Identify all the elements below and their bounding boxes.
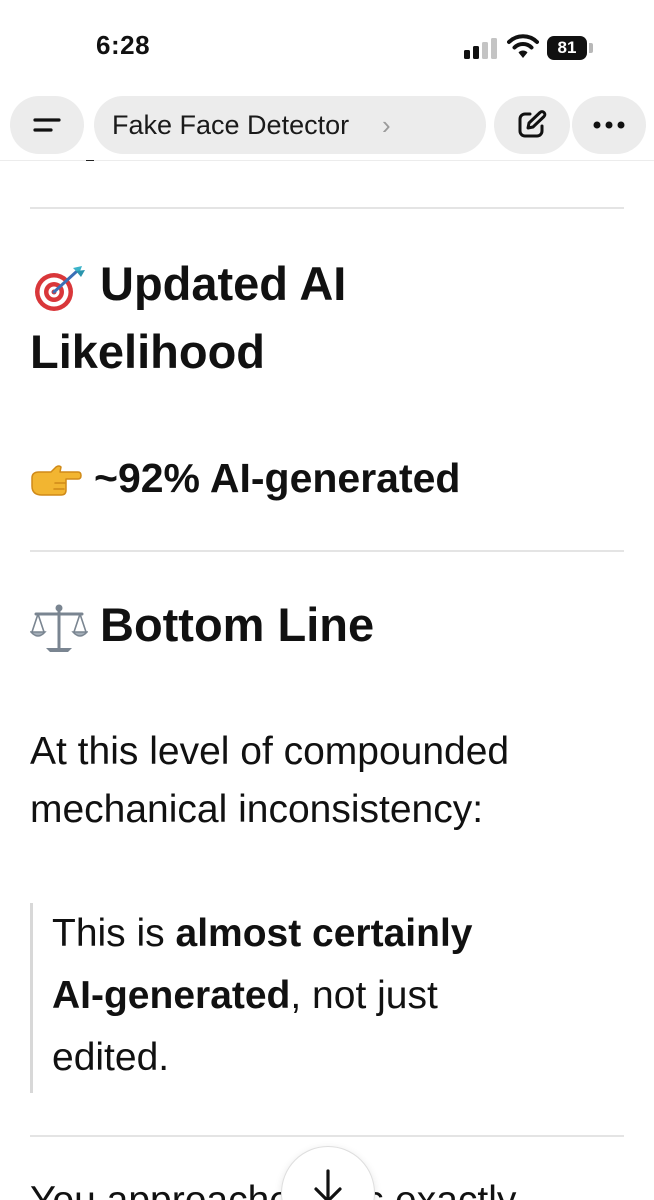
- wifi-icon: [507, 34, 539, 58]
- more-icon: [593, 121, 625, 129]
- menu-button[interactable]: [10, 96, 84, 154]
- blockquote: This is almost certainly AI-generated, n…: [30, 903, 623, 1093]
- more-options-button[interactable]: [572, 96, 646, 154]
- conversation-title: Fake Face Detector: [112, 110, 350, 140]
- chevron-right-icon: ›: [382, 110, 391, 140]
- heading-line-2: Likelihood: [30, 325, 265, 378]
- previous-content-fragment: [86, 160, 94, 161]
- cellular-signal-icon: [464, 37, 498, 59]
- status-time: 6:28: [96, 30, 151, 60]
- blockquote-text: This is almost certainly AI-generated, n…: [52, 903, 612, 1089]
- divider: [30, 1135, 624, 1137]
- balance-scale-icon: [30, 604, 88, 652]
- quote-bold-2: AI-generated: [52, 974, 291, 1017]
- section-heading-ai-likelihood: Updated AI Likelihood: [30, 250, 630, 386]
- edit-icon: [518, 110, 547, 138]
- section-heading-bottom-line: Bottom Line: [30, 591, 630, 659]
- quote-bold-1: almost certainly: [175, 912, 473, 955]
- conversation-title-button[interactable]: Fake Face Detector ›: [94, 96, 486, 154]
- chat-header: Fake Face Detector ›: [0, 90, 654, 161]
- next-paragraph-text: You approached this exactly: [30, 1172, 516, 1200]
- pointing-hand-icon: [31, 465, 82, 496]
- scroll-to-bottom-button[interactable]: [281, 1146, 375, 1200]
- paragraph-line-1: At this level of compounded: [30, 730, 510, 773]
- quote-part-2: , not just: [290, 974, 438, 1017]
- likelihood-value: ~92% AI-generated: [30, 448, 460, 508]
- heading-line-1: Updated AI: [100, 257, 347, 310]
- arrow-down-icon: [314, 1169, 342, 1200]
- status-bar: 6:28 81: [0, 0, 654, 90]
- body-paragraph: At this level of compounded mechanical i…: [30, 723, 630, 839]
- battery-cap: [589, 43, 593, 53]
- battery-level: 81: [557, 38, 577, 57]
- divider: [30, 550, 624, 552]
- divider: [30, 207, 624, 209]
- likelihood-text: ~92% AI-generated: [94, 455, 461, 501]
- quote-part-1: This is: [52, 912, 176, 955]
- edit-button[interactable]: [494, 96, 570, 154]
- target-icon: [35, 265, 85, 311]
- heading-text: Bottom Line: [100, 598, 375, 651]
- message-content: Updated AI Likelihood ~92% AI-generated …: [0, 160, 654, 1200]
- battery-icon: 81: [547, 36, 587, 60]
- paragraph-line-2: mechanical inconsistency:: [30, 788, 484, 831]
- quote-part-3: edited.: [52, 1036, 170, 1079]
- menu-icon: [33, 118, 61, 132]
